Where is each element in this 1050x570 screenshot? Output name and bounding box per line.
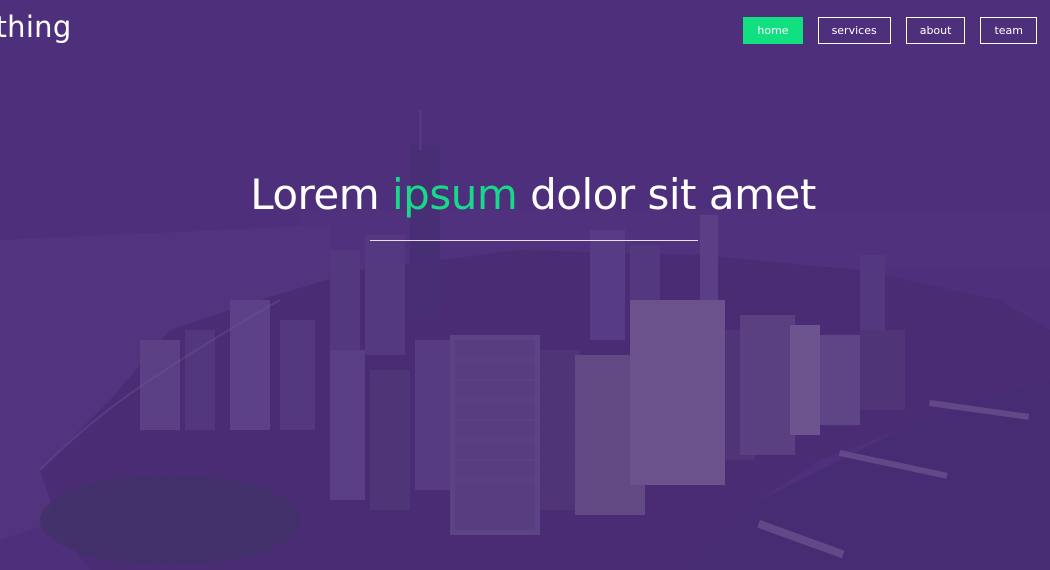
nav-item-home[interactable]: home: [743, 17, 803, 44]
hero-headline: Lorem ipsum dolor sit amet: [0, 170, 1050, 219]
headline-accent-text: ipsum: [392, 170, 518, 219]
headline-text-start: Lorem: [250, 170, 393, 219]
headline-text-end: dolor sit amet: [517, 170, 816, 219]
purple-overlay: [0, 0, 1050, 570]
nav-item-team[interactable]: team: [980, 17, 1037, 44]
headline-divider: [370, 240, 698, 241]
nav-item-about[interactable]: about: [905, 17, 966, 44]
nav-item-services[interactable]: services: [817, 17, 891, 44]
brand-logo-text[interactable]: ything: [0, 10, 72, 44]
hero-section: ything home services about team Lorem ip…: [0, 0, 1050, 570]
main-nav: home services about team: [743, 17, 1037, 44]
